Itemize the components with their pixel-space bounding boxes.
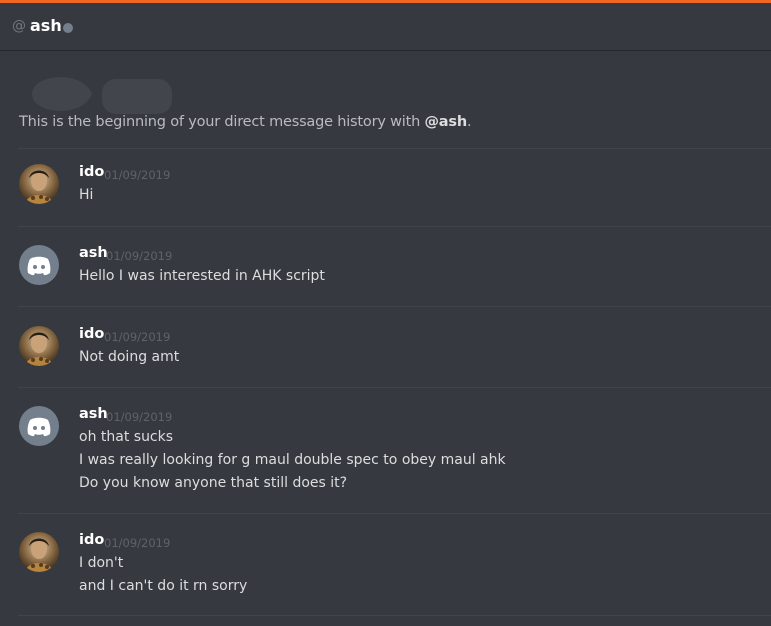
- dm-intro-text: This is the beginning of your direct mes…: [19, 114, 472, 130]
- channel-header: @ ash: [0, 3, 771, 51]
- message-timestamp: 01/09/2019: [104, 168, 171, 182]
- avatar[interactable]: [19, 245, 59, 285]
- message-content: Not doing amt: [79, 349, 180, 365]
- discord-logo-icon: [27, 417, 51, 437]
- intro-prefix: This is the beginning of your direct mes…: [19, 114, 425, 130]
- message-content: I was really looking for g maul double s…: [79, 452, 506, 468]
- offline-status-icon: [63, 23, 73, 33]
- message-timestamp: 01/09/2019: [106, 410, 173, 424]
- message-timestamp: 01/09/2019: [104, 330, 171, 344]
- avatar[interactable]: [19, 532, 59, 572]
- message-author[interactable]: ido: [79, 326, 104, 342]
- message-content: Do you know anyone that still does it?: [79, 475, 348, 491]
- message-author[interactable]: ido: [79, 164, 104, 180]
- message-content: oh that sucks: [79, 429, 174, 445]
- message-content: and I can't do it rn sorry: [79, 578, 248, 594]
- message-timestamp: 01/09/2019: [104, 536, 171, 550]
- intro-suffix: .: [466, 114, 472, 130]
- message-divider: [18, 226, 771, 227]
- message-author[interactable]: ash: [79, 245, 108, 261]
- user-photo-icon: [25, 170, 53, 204]
- message-author[interactable]: ash: [79, 406, 108, 422]
- avatar[interactable]: [19, 406, 59, 446]
- message-divider: [18, 387, 771, 388]
- dm-recipient-name[interactable]: ash: [30, 16, 62, 35]
- message-divider: [18, 148, 771, 149]
- avatar[interactable]: [19, 326, 59, 366]
- intro-mention[interactable]: @ash: [425, 114, 468, 130]
- avatar[interactable]: [19, 164, 59, 204]
- message-divider: [18, 513, 771, 514]
- message-content: Hi: [79, 187, 94, 203]
- user-photo-icon: [25, 538, 53, 572]
- at-icon: @: [12, 18, 26, 34]
- user-photo-icon: [25, 332, 53, 366]
- message-divider: [18, 615, 771, 616]
- message-timestamp: 01/09/2019: [106, 249, 173, 263]
- message-content: Hello I was interested in AHK script: [79, 268, 325, 284]
- message-divider: [18, 306, 771, 307]
- message-content: I don't: [79, 555, 124, 571]
- discord-logo-icon: [27, 256, 51, 276]
- message-author[interactable]: ido: [79, 532, 104, 548]
